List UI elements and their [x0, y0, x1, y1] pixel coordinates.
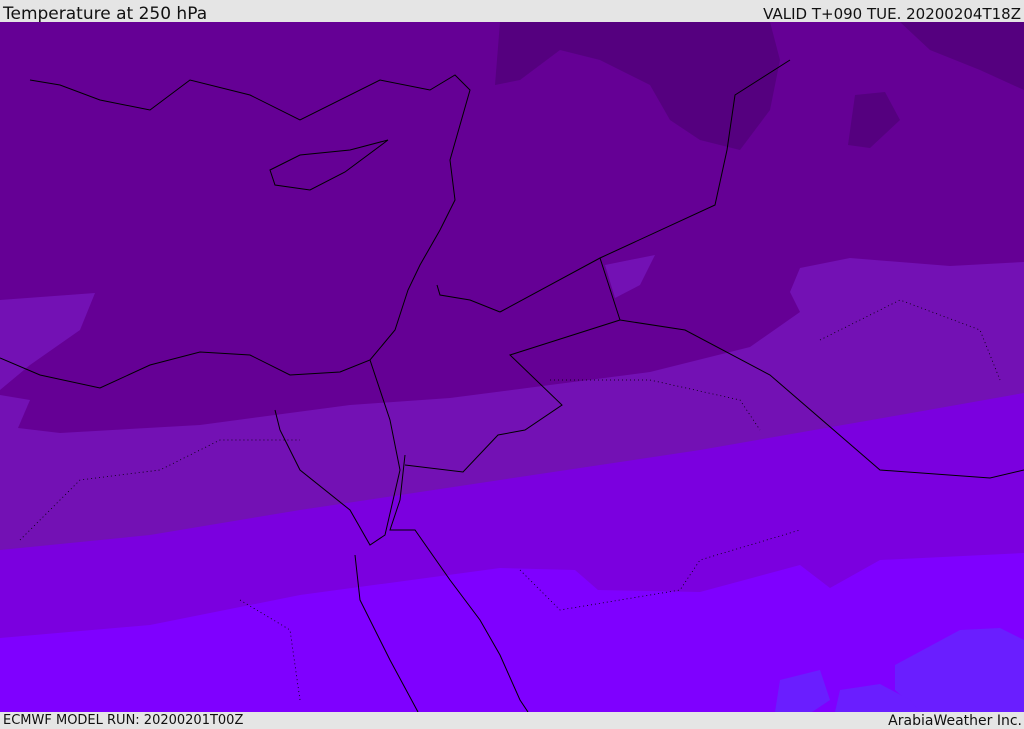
model-run-label: ECMWF MODEL RUN: 20200201T00Z — [3, 713, 244, 728]
header-bar: Temperature at 250 hPa VALID T+090 TUE. … — [0, 0, 1024, 24]
footer-bar: ECMWF MODEL RUN: 20200201T00Z ArabiaWeat… — [0, 712, 1024, 729]
temperature-map — [0, 22, 1024, 712]
valid-time: VALID T+090 TUE. 20200204T18Z — [763, 5, 1021, 23]
map-title: Temperature at 250 hPa — [3, 4, 208, 24]
credit-label: ArabiaWeather Inc. — [888, 713, 1022, 729]
